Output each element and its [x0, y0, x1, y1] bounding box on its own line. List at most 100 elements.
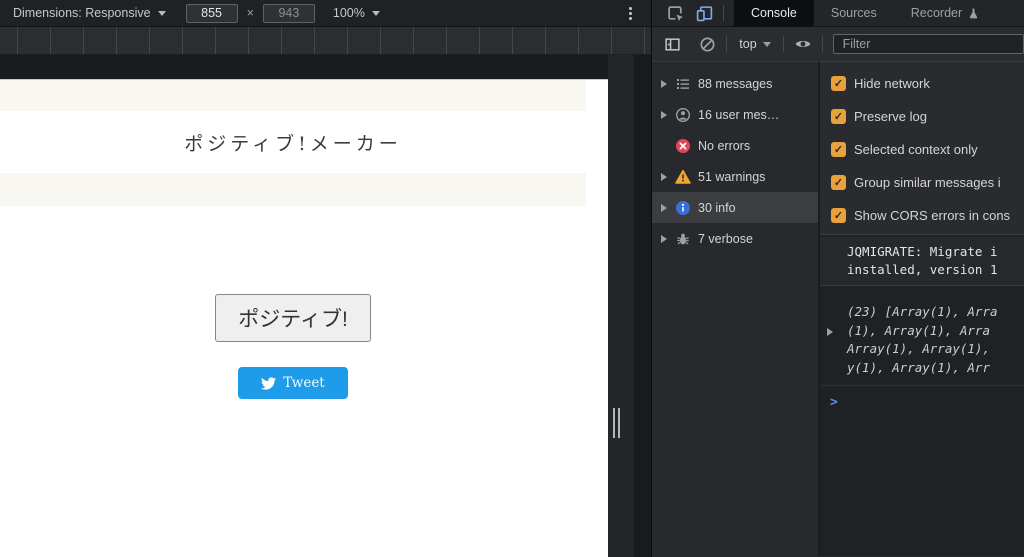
list-icon — [675, 76, 691, 92]
divider — [726, 36, 727, 52]
viewport-width-input[interactable] — [186, 4, 238, 23]
console-filter-input[interactable] — [833, 34, 1024, 54]
viewport-height-input[interactable] — [263, 4, 315, 23]
sidebar-item-verbose[interactable]: 7 verbose — [652, 223, 818, 254]
checkbox-checked-icon[interactable] — [831, 109, 846, 124]
divider — [822, 36, 823, 52]
viewport-resize-handle[interactable] — [613, 408, 620, 438]
console-message-line: (1), Array(1), Arra — [847, 322, 1020, 341]
console-message-line: y(1), Array(1), Arr — [847, 359, 1020, 378]
checkbox-label: Selected context only — [854, 142, 978, 157]
expand-arrow-icon[interactable] — [661, 204, 667, 212]
console-sidebar: 88 messages 16 user mes… — [652, 62, 820, 556]
experiment-flask-icon — [967, 7, 980, 20]
chevron-down-icon — [372, 11, 380, 16]
tweet-button-label: Tweet — [283, 375, 324, 391]
device-mode-pane: Dimensions: Responsive × 100% ポジティブ!メーカー — [0, 0, 651, 557]
page-title: ポジティブ!メーカー — [184, 129, 402, 156]
checkbox-checked-icon[interactable] — [831, 175, 846, 190]
chevron-down-icon — [763, 42, 771, 47]
viewport-margin — [634, 55, 651, 557]
checkbox-checked-icon[interactable] — [831, 76, 846, 91]
viewport-resize-gutter — [608, 55, 634, 557]
console-prompt-chevron-icon: > — [830, 395, 838, 410]
dimensions-dropdown[interactable]: Dimensions: Responsive — [13, 6, 166, 20]
sidebar-item-errors[interactable]: No errors — [652, 130, 818, 161]
sidebar-item-user-messages[interactable]: 16 user mes… — [652, 99, 818, 130]
divider — [723, 5, 724, 21]
sidebar-item-messages[interactable]: 88 messages — [652, 68, 818, 99]
console-message-line: installed, version 1 — [847, 261, 1020, 279]
horizontal-ruler — [0, 27, 651, 55]
warning-icon — [675, 169, 691, 185]
positive-button[interactable]: ポジティブ! — [215, 294, 371, 342]
setting-preserve-log: Preserve log — [820, 100, 1024, 133]
expand-arrow-icon[interactable] — [661, 173, 667, 181]
live-expression-eye-icon[interactable] — [794, 35, 812, 53]
device-options-kebab-icon[interactable] — [629, 7, 632, 20]
sidebar-item-label: 88 messages — [698, 77, 772, 91]
device-toolbar: Dimensions: Responsive × 100% — [0, 0, 651, 27]
user-icon — [675, 107, 691, 123]
context-label: top — [739, 37, 756, 51]
sidebar-item-warnings[interactable]: 51 warnings — [652, 161, 818, 192]
web-page: ポジティブ!メーカー ポジティブ! Tweet — [0, 79, 608, 557]
console-array-message: (23) [Array(1), Arra (1), Array(1), Arra… — [820, 301, 1024, 386]
console-settings-pane: Hide network Preserve log Selected conte… — [820, 62, 1024, 235]
checkbox-label: Group similar messages i — [854, 175, 1001, 190]
error-icon — [675, 138, 691, 154]
setting-group-similar: Group similar messages i — [820, 166, 1024, 199]
sidebar-item-info[interactable]: 30 info — [652, 192, 818, 223]
checkbox-label: Hide network — [854, 76, 930, 91]
console-main: Hide network Preserve log Selected conte… — [820, 62, 1024, 556]
setting-show-cors: Show CORS errors in cons — [820, 199, 1024, 232]
bug-icon — [675, 231, 691, 247]
sidebar-item-label: 30 info — [698, 201, 736, 215]
browser-window: Dimensions: Responsive × 100% ポジティブ!メーカー — [0, 0, 1024, 557]
checkbox-checked-icon[interactable] — [831, 142, 846, 157]
device-toolbar-toggle-icon[interactable] — [695, 4, 713, 22]
twitter-bird-icon — [261, 376, 276, 391]
checkbox-label: Show CORS errors in cons — [854, 208, 1010, 223]
tab-console[interactable]: Console — [734, 0, 814, 27]
dimensions-label: Dimensions: Responsive — [13, 6, 151, 20]
javascript-context-dropdown[interactable]: top — [739, 37, 770, 51]
inspect-element-icon[interactable] — [666, 4, 684, 22]
expand-arrow-icon[interactable] — [661, 111, 667, 119]
expand-arrow-icon[interactable] — [827, 328, 833, 336]
console-toolbar: top — [652, 27, 1024, 62]
console-output: JQMIGRATE: Migrate i installed, version … — [820, 237, 1024, 410]
page-band — [0, 173, 586, 206]
clear-console-icon[interactable] — [699, 35, 716, 53]
page-header-band — [0, 80, 586, 111]
tab-sources[interactable]: Sources — [814, 0, 894, 27]
console-sidebar-toggle-icon[interactable] — [664, 35, 681, 53]
checkbox-checked-icon[interactable] — [831, 208, 846, 223]
info-icon — [675, 200, 691, 216]
tweet-button[interactable]: Tweet — [238, 367, 348, 399]
checkbox-label: Preserve log — [854, 109, 927, 124]
console-message-line: (23) [Array(1), Arra — [847, 303, 1020, 322]
console-message-line: JQMIGRATE: Migrate i — [847, 243, 1020, 261]
console-message-line: Array(1), Array(1), — [847, 340, 1020, 359]
tab-recorder-label: Recorder — [911, 0, 962, 27]
setting-hide-network: Hide network — [820, 67, 1024, 100]
sidebar-item-label: 51 warnings — [698, 170, 765, 184]
divider — [783, 36, 784, 52]
tab-recorder[interactable]: Recorder — [894, 0, 986, 27]
zoom-dropdown[interactable]: 100% — [333, 6, 380, 20]
devtools-tabbar: Console Sources Recorder — [652, 0, 1024, 27]
expand-arrow-icon[interactable] — [661, 80, 667, 88]
sidebar-item-label: 7 verbose — [698, 232, 753, 246]
console-prompt[interactable]: > — [820, 386, 1024, 410]
chevron-down-icon — [158, 11, 166, 16]
console-info-message: JQMIGRATE: Migrate i installed, version … — [820, 237, 1024, 286]
dimension-separator: × — [247, 6, 254, 20]
device-viewport: ポジティブ!メーカー ポジティブ! Tweet — [0, 55, 651, 557]
sidebar-item-label: 16 user mes… — [698, 108, 779, 122]
expand-arrow-icon[interactable] — [661, 235, 667, 243]
zoom-value: 100% — [333, 6, 365, 20]
sidebar-item-label: No errors — [698, 139, 750, 153]
devtools-panel: Console Sources Recorder — [651, 0, 1024, 557]
setting-selected-context: Selected context only — [820, 133, 1024, 166]
